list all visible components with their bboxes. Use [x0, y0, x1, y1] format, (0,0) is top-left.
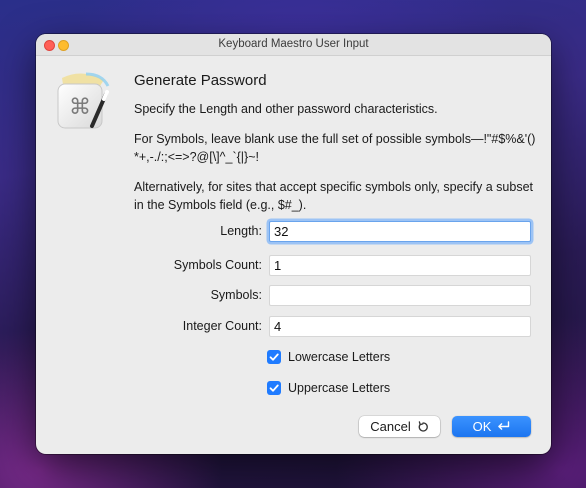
- symbols-count-input[interactable]: 1: [269, 255, 531, 276]
- dialog-heading: Generate Password: [134, 72, 267, 89]
- lowercase-checkbox-box[interactable]: [267, 350, 281, 364]
- cancel-button[interactable]: Cancel: [359, 416, 440, 437]
- integer-count-input[interactable]: 4: [269, 316, 531, 337]
- symbols-row: Symbols:: [36, 285, 551, 307]
- symbols-count-row: Symbols Count: 1: [36, 255, 551, 277]
- ok-button[interactable]: OK: [452, 416, 531, 437]
- symbols-input[interactable]: [269, 285, 531, 306]
- uppercase-letters-label[interactable]: Uppercase Letters: [288, 381, 390, 395]
- undo-arrow-icon: [417, 420, 429, 433]
- title-bar[interactable]: Keyboard Maestro User Input: [36, 34, 551, 56]
- svg-text:⌘: ⌘: [69, 95, 91, 120]
- lowercase-letters-label[interactable]: Lowercase Letters: [288, 350, 390, 364]
- subset-hint-text: Alternatively, for sites that accept spe…: [134, 180, 534, 212]
- length-input[interactable]: 32: [269, 221, 531, 242]
- checkmark-icon: [269, 353, 279, 361]
- length-label: Length:: [220, 224, 262, 238]
- return-arrow-icon: [497, 421, 510, 432]
- symbols-count-label: Symbols Count:: [173, 258, 262, 272]
- dialog-text: Generate Password Specify the Length and…: [134, 72, 539, 226]
- integer-count-label: Integer Count:: [182, 319, 262, 333]
- keyboard-maestro-app-icon: ⌘: [52, 70, 114, 134]
- dialog-window: Keyboard Maestro User Input ⌘ Generate P…: [36, 34, 551, 454]
- uppercase-checkbox-box[interactable]: [267, 381, 281, 395]
- symbols-label: Symbols:: [210, 288, 262, 302]
- cancel-button-label: Cancel: [370, 419, 411, 434]
- checkmark-icon: [269, 384, 279, 392]
- symbols-hint-text: For Symbols, leave blank use the full se…: [134, 132, 536, 164]
- integer-count-row: Integer Count: 4: [36, 316, 551, 338]
- description-text: Specify the Length and other password ch…: [134, 102, 438, 116]
- ok-button-label: OK: [472, 419, 492, 434]
- window-title: Keyboard Maestro User Input: [218, 38, 369, 50]
- length-row: Length: 32: [36, 221, 551, 243]
